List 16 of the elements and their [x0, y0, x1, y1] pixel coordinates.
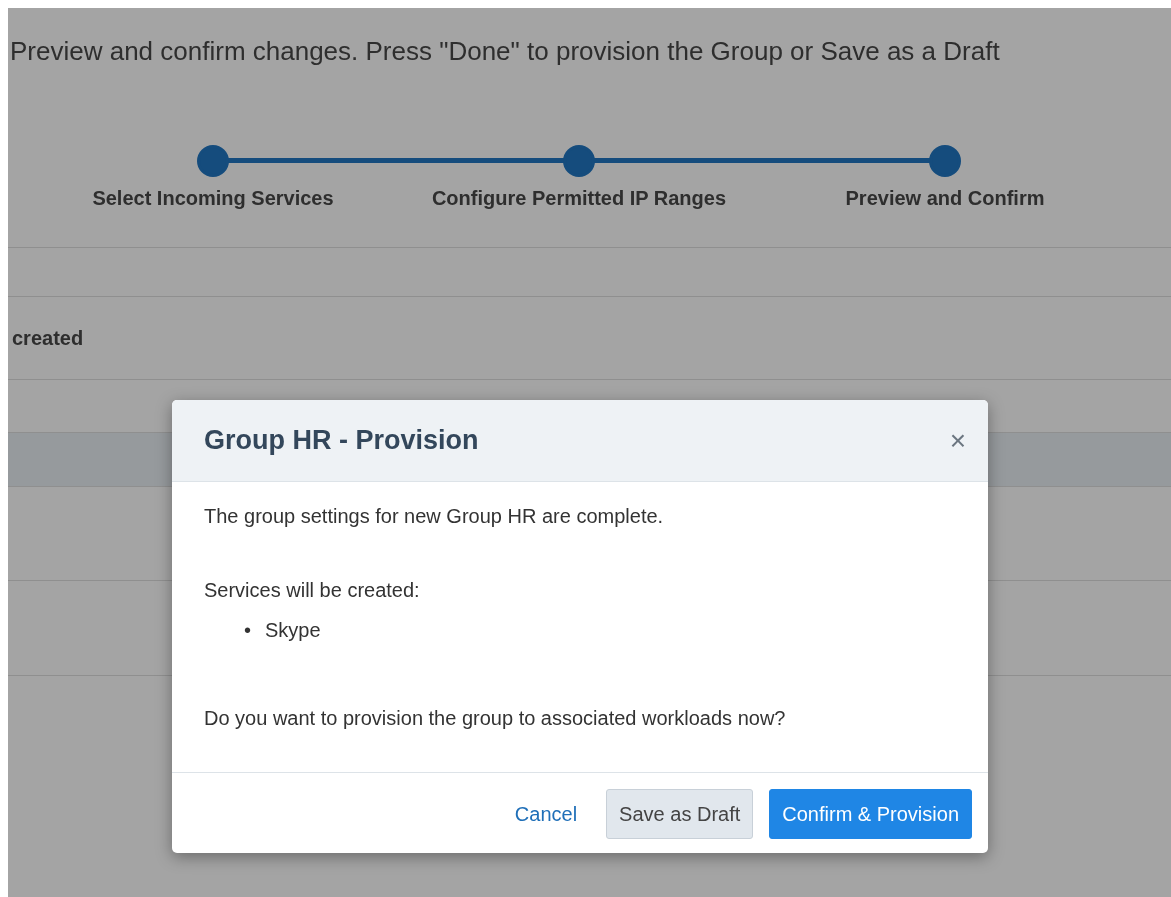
dialog-text: The group settings for new Group HR are complete. [204, 504, 665, 529]
dialog-title: Group HR - Provision [204, 425, 479, 456]
service-item: Skype [265, 618, 321, 643]
draft-button[interactable]: Save as Draft [606, 789, 754, 839]
confirm-button[interactable]: Confirm & Provision [769, 789, 972, 839]
step-label: Select Incoming Services [92, 187, 334, 210]
cancel-link[interactable]: Cancel [501, 789, 591, 839]
services-label: Services will be created: [204, 578, 421, 603]
bullet: • [244, 618, 251, 643]
dialog-question: Do you want to provision the group to associated workloads now? [204, 706, 787, 731]
close-button[interactable]: × [943, 424, 972, 457]
table-row[interactable]: created [8, 297, 1171, 380]
step-label: Preview and Confirm [845, 187, 1045, 210]
page-heading: Preview and confirm changes. Press "Done" to provision the Group or Save as a Draft [9, 35, 1001, 67]
table-cell-text: created [11, 326, 84, 350]
step-label: Configure Permitted IP Ranges [431, 187, 727, 210]
